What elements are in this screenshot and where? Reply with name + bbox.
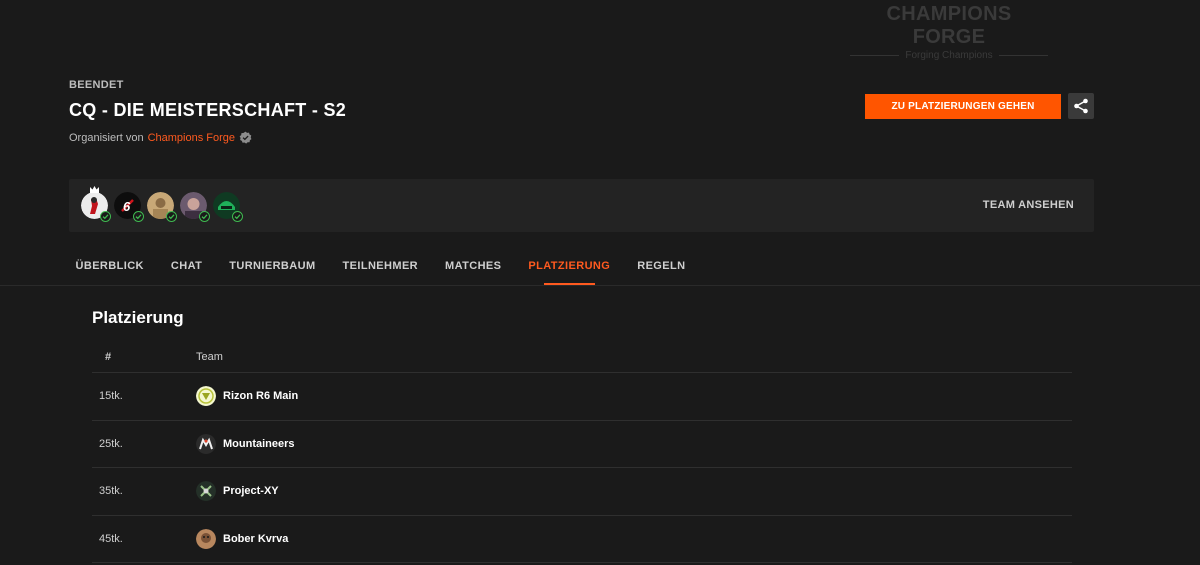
crown-icon bbox=[90, 186, 99, 193]
team-link[interactable]: Project-XY bbox=[196, 481, 279, 502]
organizer-line: Organisiert von Champions Forge bbox=[69, 131, 252, 144]
rank-cell: 35tk. bbox=[99, 485, 123, 498]
team-name: Bober Kvrva bbox=[223, 532, 289, 545]
team-logo bbox=[196, 433, 216, 454]
divider bbox=[0, 285, 1200, 286]
tab-rules[interactable]: REGELN bbox=[624, 254, 699, 285]
tab-participants[interactable]: TEILNEHMER bbox=[329, 254, 432, 285]
verified-icon bbox=[239, 131, 252, 144]
share-button[interactable] bbox=[1068, 93, 1094, 119]
svg-text:6: 6 bbox=[123, 199, 131, 214]
team-member[interactable] bbox=[81, 186, 111, 222]
team-link[interactable]: Bober Kvrva bbox=[196, 528, 289, 549]
column-header-rank: # bbox=[105, 351, 112, 363]
tab-overview[interactable]: ÜBERBLICK bbox=[62, 254, 157, 285]
brand-subtitle: Forging Champions bbox=[905, 50, 993, 61]
tab-bar: ÜBERBLICK CHAT TURNIERBAUM TEILNEHMER MA… bbox=[62, 254, 699, 285]
share-icon bbox=[1074, 98, 1088, 114]
team-member[interactable] bbox=[147, 192, 177, 222]
table-row: 15tk. Rizon R6 Main bbox=[92, 373, 1072, 421]
standings-table: # Team 15tk. Rizon R6 Main 25tk. Mountai… bbox=[92, 342, 1072, 563]
team-members: 6 bbox=[81, 186, 243, 222]
tournament-status: BEENDET bbox=[69, 79, 124, 91]
check-icon bbox=[133, 211, 144, 222]
section-title: Platzierung bbox=[92, 308, 184, 327]
rank-cell: 25tk. bbox=[99, 437, 123, 450]
team-member[interactable] bbox=[213, 192, 243, 222]
check-icon bbox=[199, 211, 210, 222]
check-icon bbox=[166, 211, 177, 222]
team-name: Rizon R6 Main bbox=[223, 390, 299, 403]
organizer-label: Organisiert von bbox=[69, 131, 144, 144]
column-header-team: Team bbox=[196, 351, 223, 363]
tab-chat[interactable]: CHAT bbox=[157, 254, 215, 285]
team-member[interactable] bbox=[180, 192, 210, 222]
page-title: CQ - DIE MEISTERSCHAFT - S2 bbox=[69, 100, 347, 120]
table-row: 25tk. Mountaineers bbox=[92, 421, 1072, 468]
tab-bracket[interactable]: TURNIERBAUM bbox=[216, 254, 329, 285]
go-to-standings-button[interactable]: ZU PLATZIERUNGEN GEHEN bbox=[865, 94, 1061, 119]
divider bbox=[850, 55, 900, 56]
team-logo bbox=[196, 386, 216, 407]
rank-cell: 45tk. bbox=[99, 532, 123, 545]
table-row: 35tk. Project-XY bbox=[92, 468, 1072, 516]
organizer-link[interactable]: Champions Forge bbox=[148, 132, 235, 144]
table-header: # Team bbox=[92, 342, 1072, 373]
check-icon bbox=[232, 211, 243, 222]
team-logo bbox=[196, 481, 216, 502]
table-row: 45tk. Bober Kvrva bbox=[92, 516, 1072, 563]
brand-logo: CHAMPIONS FORGE Forging Champions bbox=[850, 3, 1049, 61]
team-bar: 6 TEAM ANSEHEN bbox=[69, 179, 1094, 232]
check-icon bbox=[100, 211, 111, 222]
view-team-link[interactable]: TEAM ANSEHEN bbox=[983, 199, 1074, 211]
team-link[interactable]: Rizon R6 Main bbox=[196, 386, 299, 407]
team-member[interactable]: 6 bbox=[114, 192, 144, 222]
rank-cell: 15tk. bbox=[99, 390, 123, 403]
team-name: Mountaineers bbox=[223, 437, 295, 450]
team-logo bbox=[196, 528, 216, 549]
divider bbox=[998, 55, 1049, 56]
team-link[interactable]: Mountaineers bbox=[196, 433, 295, 454]
brand-title: CHAMPIONS FORGE bbox=[886, 3, 1012, 48]
team-name: Project-XY bbox=[223, 485, 279, 498]
tab-standings[interactable]: PLATZIERUNG bbox=[515, 254, 624, 285]
tab-matches[interactable]: MATCHES bbox=[432, 254, 515, 285]
